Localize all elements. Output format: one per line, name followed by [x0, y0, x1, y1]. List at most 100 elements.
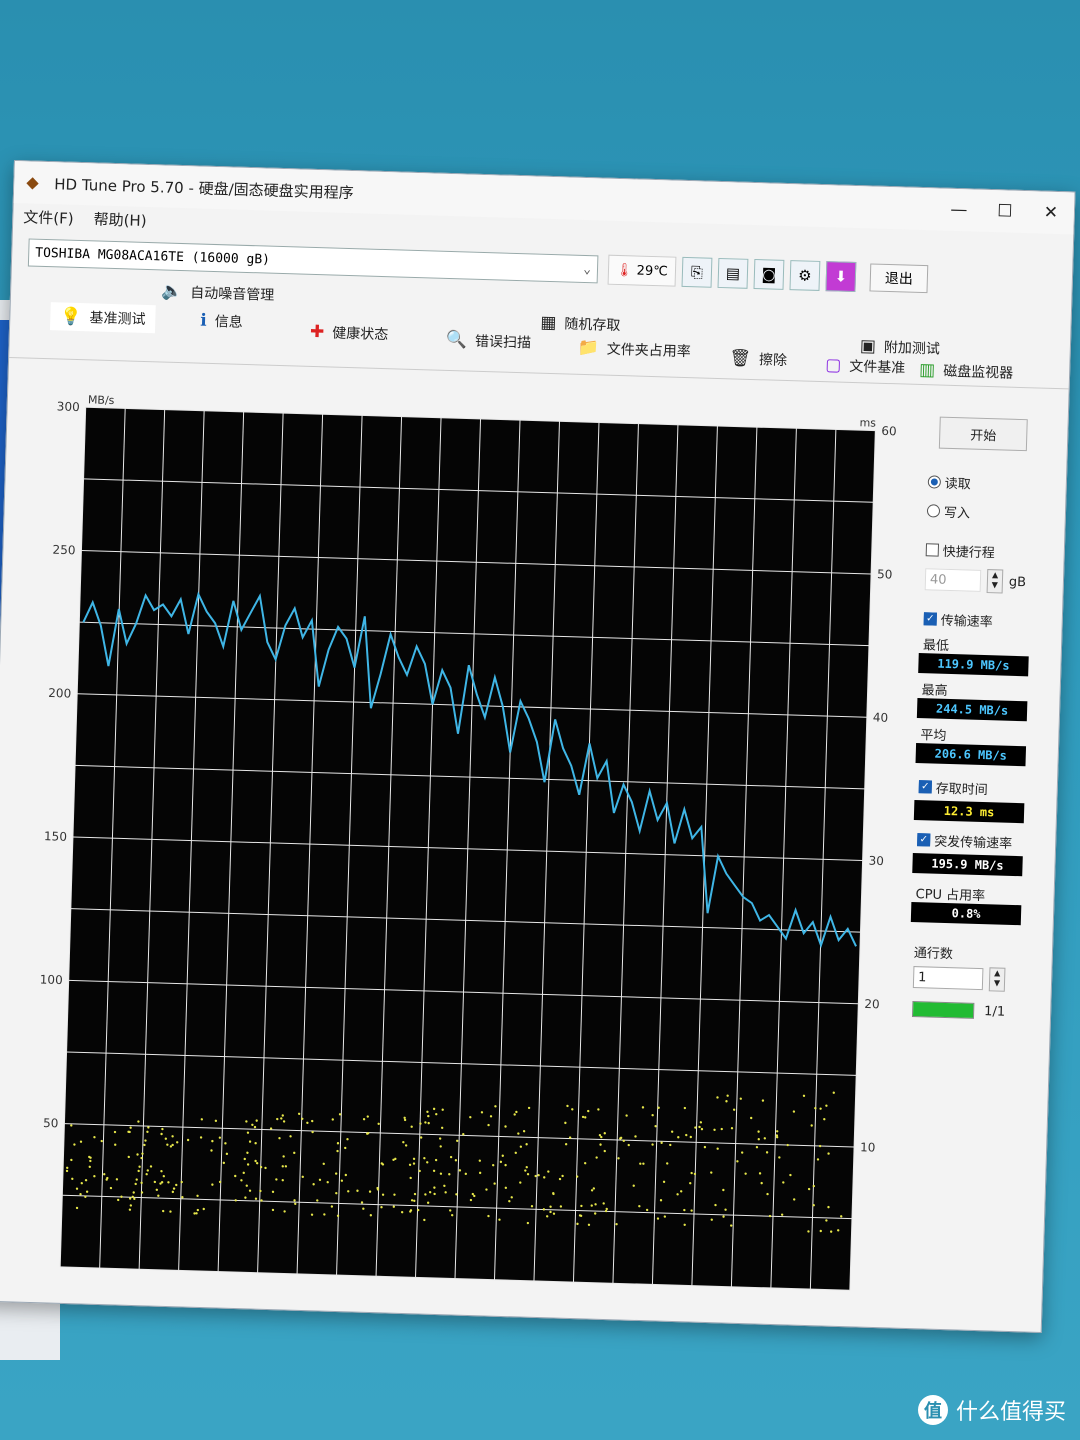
- short-stroke-checkbox[interactable]: 快捷行程: [925, 540, 1045, 562]
- benchmark-panel: 50 100 150 200 250 300 MB/s 10 20 30 40 50 60 ms 开始 读…: [0, 379, 1068, 1332]
- burst-rate-value: 195.9 MB/s: [912, 852, 1023, 877]
- read-label: 读取: [944, 476, 972, 493]
- max-value: 244.5 MB/s: [916, 698, 1028, 722]
- screenshot-button[interactable]: ◙: [753, 259, 785, 290]
- y-axis-label: MB/s: [88, 393, 115, 407]
- min-value: 119.9 MB/s: [918, 653, 1029, 677]
- tab-label: 自动噪音管理: [190, 285, 275, 304]
- menu-file[interactable]: 文件(F): [23, 206, 74, 228]
- max-label: 最高: [921, 683, 948, 699]
- y-tick-label: 50: [43, 1116, 59, 1130]
- unit-label: gB: [1008, 574, 1027, 590]
- save-button[interactable]: ⬇: [825, 261, 857, 293]
- random-icon: ▦: [540, 312, 557, 334]
- tab-erase[interactable]: 🗑 擦除: [729, 348, 787, 370]
- download-icon: ⬇: [834, 267, 848, 286]
- chart-icon: ▣: [859, 336, 877, 357]
- benchmark-chart: 50 100 150 200 250 300 MB/s 10 20 30 40 50 60 ms: [0, 387, 908, 1313]
- burst-rate-checkbox[interactable]: ✓ 突发传输速率: [917, 830, 1036, 852]
- access-time-label: 存取时间: [935, 781, 988, 799]
- progress-text: 1/1: [983, 1003, 1006, 1020]
- tab-benchmark[interactable]: 💡 基准测试: [49, 302, 156, 334]
- health-cross-icon: ✚: [309, 321, 325, 343]
- copy-all-button[interactable]: ▤: [717, 257, 749, 289]
- temperature-value: 29℃: [636, 263, 669, 279]
- app-icon: ◆: [26, 172, 39, 192]
- options-button[interactable]: ⚙: [789, 260, 821, 291]
- y2-axis-label: ms: [859, 416, 876, 429]
- y2-tick-label: 20: [864, 997, 880, 1011]
- side-panel: 开始 读取 写入 快捷行程 40 ▲ ▼ gB ✓ 传输速率 最低 119.9 MB…: [900, 406, 1048, 1021]
- passes-input[interactable]: 1: [912, 966, 984, 991]
- y-tick-label: 200: [48, 686, 71, 701]
- tab-random-access[interactable]: ▦ 随机存取: [540, 313, 621, 335]
- transfer-rate-checkbox[interactable]: ✓ 传输速率: [923, 609, 1043, 631]
- tab-label: 文件夹占用率: [606, 341, 692, 361]
- close-button[interactable]: ✕: [1028, 202, 1075, 223]
- tab-label: 擦除: [758, 352, 788, 370]
- access-time-checkbox[interactable]: ✓ 存取时间: [918, 777, 1038, 799]
- tab-extra-tests[interactable]: ▣ 附加测试: [860, 336, 941, 358]
- transfer-rate-label: 传输速率: [940, 613, 993, 631]
- write-radio[interactable]: 写入: [926, 501, 1046, 523]
- tab-info[interactable]: ℹ 信息: [200, 311, 243, 332]
- lightbulb-icon: 💡: [60, 306, 82, 328]
- chart-svg: 50 100 150 200 250 300 MB/s 10 20 30 40 50 60 ms: [40, 393, 897, 1291]
- tab-label: 错误扫描: [474, 333, 532, 352]
- burst-rate-label: 突发传输速率: [933, 834, 1013, 852]
- access-time-value: 12.3 ms: [913, 799, 1025, 824]
- tab-label: 随机存取: [564, 316, 621, 335]
- checkbox-icon: ✓: [917, 833, 931, 847]
- document-icon: ▤: [725, 264, 741, 283]
- progress-bar: [911, 1001, 975, 1019]
- tab-disk-monitor[interactable]: ▥ 磁盘监视器: [919, 360, 1014, 383]
- exit-button[interactable]: 退出: [869, 263, 929, 294]
- read-radio[interactable]: 读取: [927, 472, 1047, 494]
- avg-label: 平均: [920, 728, 947, 744]
- spinner-arrows-icon[interactable]: ▲ ▼: [986, 569, 1004, 594]
- maximize-button[interactable]: ☐: [982, 201, 1029, 222]
- tab-label: 健康状态: [332, 325, 389, 344]
- tab-error-scan[interactable]: 🔍 错误扫描: [446, 330, 532, 353]
- tab-label: 基准测试: [89, 310, 146, 328]
- menu-help[interactable]: 帮助(H): [93, 208, 147, 231]
- tab-label: 附加测试: [883, 339, 941, 358]
- radio-icon: [926, 504, 941, 518]
- radio-icon: [927, 475, 942, 489]
- checkbox-icon: ✓: [923, 612, 937, 626]
- spinner-arrows-icon[interactable]: ▲ ▼: [988, 967, 1006, 992]
- progress-row: 1/1: [911, 1001, 1030, 1020]
- y-tick-label: 300: [57, 399, 80, 414]
- trash-icon: 🗑: [729, 348, 752, 369]
- y2-tick-label: 40: [873, 710, 889, 724]
- watermark: 值 什么值得买: [917, 1394, 1066, 1426]
- y-tick-label: 100: [40, 972, 63, 987]
- copy-info-button[interactable]: ⎘: [681, 256, 713, 288]
- app-window: ◆ HD Tune Pro 5.70 - 硬盘/固态硬盘实用程序 — ☐ ✕ 文…: [0, 160, 1076, 1334]
- drive-select[interactable]: TOSHIBA MG08ACA16TE (16000 gB) ⌄: [27, 238, 599, 284]
- short-stroke-input[interactable]: 40: [924, 568, 982, 592]
- progress-fill: [913, 1002, 974, 1018]
- write-label: 写入: [943, 505, 971, 522]
- cpu-value: 0.8%: [910, 901, 1022, 926]
- passes-spinner: 1 ▲ ▼: [912, 965, 1032, 992]
- tab-aam[interactable]: 🔈 自动噪音管理: [161, 281, 275, 304]
- copy-icon: ⎘: [690, 263, 704, 282]
- monitor-icon: ▥: [918, 359, 936, 381]
- avg-value: 206.6 MB/s: [915, 743, 1027, 767]
- tab-folder-usage[interactable]: 📁 文件夹占用率: [577, 338, 691, 361]
- checkbox-icon: ✓: [918, 780, 932, 794]
- tab-label: 信息: [214, 314, 243, 331]
- tab-health[interactable]: ✚ 健康状态: [310, 322, 389, 344]
- tab-label: 文件基准: [849, 358, 906, 377]
- minimize-button[interactable]: —: [936, 199, 983, 220]
- speaker-icon: 🔈: [160, 281, 183, 303]
- window-title: HD Tune Pro 5.70 - 硬盘/固态硬盘实用程序: [54, 174, 354, 202]
- gear-icon: ⚙: [797, 266, 812, 285]
- magnifier-icon: 🔍: [445, 329, 468, 351]
- cpu-label: CPU 占用率: [915, 887, 986, 905]
- folder-icon: 📁: [577, 337, 600, 359]
- start-button[interactable]: 开始: [938, 416, 1028, 452]
- camera-icon: ◙: [761, 265, 777, 284]
- tab-file-benchmark[interactable]: ▢ 文件基准: [825, 355, 906, 377]
